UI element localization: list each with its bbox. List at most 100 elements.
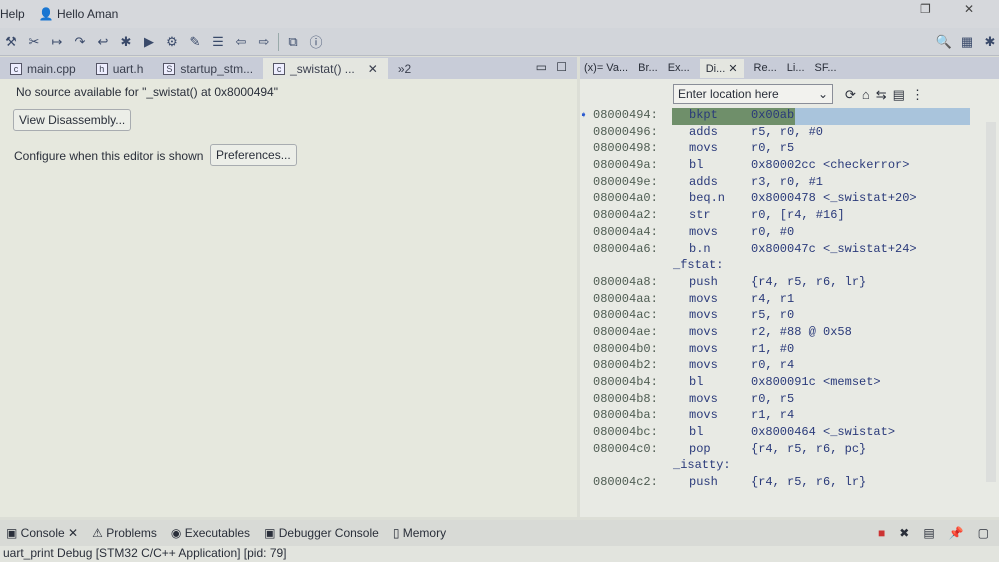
instruction-row[interactable]: 080004ac: movs r5, r0	[580, 308, 999, 325]
separator	[278, 32, 279, 51]
tab-startup[interactable]: Sstartup_stm...	[153, 58, 263, 79]
open-type-icon[interactable]: ☰	[209, 33, 227, 51]
clear-console-icon[interactable]: ▤	[923, 526, 934, 540]
terminate-icon[interactable]: ■	[878, 526, 885, 540]
search-tool-icon[interactable]: ✎	[186, 33, 204, 51]
step-into-icon[interactable]: ↦	[48, 33, 66, 51]
instruction-row[interactable]: 080004aa: movs r4, r1	[580, 292, 999, 309]
tab-live-expressions[interactable]: Li...	[787, 62, 805, 74]
instruction-row[interactable]: 080004b2: movs r0, r4	[580, 358, 999, 375]
c-file-icon: c	[10, 62, 22, 75]
instruction-row[interactable]: 080004a4: movs r0, #0	[580, 225, 999, 242]
refresh-icon[interactable]: ⟳	[845, 87, 856, 103]
mnemonic: movs	[689, 291, 718, 306]
build-icon[interactable]: ⚒	[2, 33, 20, 51]
link-icon[interactable]: ⇆	[876, 87, 887, 103]
tab-memory[interactable]: ▯ Memory	[393, 526, 446, 540]
close-tab-icon[interactable]: ✕	[368, 62, 378, 76]
instruction-row[interactable]: 080004bc: bl 0x8000464 <_swistat>	[580, 425, 999, 442]
operands: 0x00ab	[751, 108, 795, 122]
remove-launch-icon[interactable]: ✖	[899, 526, 909, 540]
debug-perspective-icon[interactable]: ✱	[981, 33, 999, 51]
mnemonic: bkpt	[689, 108, 718, 122]
open-console-icon[interactable]: ⧉	[284, 33, 302, 51]
display-console-icon[interactable]: ▢	[978, 526, 989, 540]
back-icon[interactable]: ⇦	[232, 33, 250, 51]
vertical-scrollbar[interactable]	[986, 122, 996, 482]
instruction-row[interactable]: 08000496: adds r5, r0, #0	[580, 125, 999, 142]
location-input[interactable]: Enter location here ⌄	[673, 84, 833, 104]
tab-breakpoints[interactable]: Br...	[638, 62, 658, 74]
address: 080004a8:	[593, 274, 658, 289]
restore-icon[interactable]: ❐	[920, 2, 931, 16]
home-icon[interactable]: ⌂	[862, 87, 870, 103]
instruction-row[interactable]: 080004ae: movs r2, #88 @ 0x58	[580, 325, 999, 342]
debug-icon[interactable]: ✱	[117, 33, 135, 51]
operands: r0, r4	[751, 358, 795, 373]
tab-console[interactable]: ▣ Console ✕	[6, 526, 78, 540]
mnemonic: adds	[689, 174, 718, 189]
user-greeting[interactable]: 👤 Hello Aman	[39, 7, 119, 21]
close-tab-icon[interactable]: ✕	[728, 63, 737, 75]
pin-console-icon[interactable]: 📌	[949, 526, 964, 540]
view-menu-icon[interactable]: ⋮	[911, 87, 924, 103]
address: 080004c2:	[593, 475, 658, 490]
tab-registers[interactable]: Re...	[754, 62, 777, 74]
function-label-row[interactable]: _fstat:	[580, 258, 999, 275]
instruction-row[interactable]: 080004a6: b.n 0x800047c <_swistat+24>	[580, 242, 999, 259]
tab-executables[interactable]: ◉ Executables	[171, 526, 250, 540]
view-disassembly-button[interactable]: View Disassembly...	[13, 109, 132, 131]
instruction-row[interactable]: 080004b0: movs r1, #0	[580, 342, 999, 359]
mnemonic: b.n	[689, 241, 711, 256]
menu-help[interactable]: Help	[0, 7, 25, 21]
preferences-button[interactable]: Preferences...	[210, 144, 297, 166]
instruction-row[interactable]: 0800049e: adds r3, r0, #1	[580, 175, 999, 192]
tab-disassembly[interactable]: Di... ✕	[699, 58, 744, 78]
instruction-row[interactable]: 080004c0: pop {r4, r5, r6, pc}	[580, 442, 999, 459]
maximize-icon[interactable]: ☐	[556, 60, 567, 74]
instruction-row[interactable]: 080004a0: beq.n 0x8000478 <_swistat+20>	[580, 191, 999, 208]
forward-icon[interactable]: ⇨	[255, 33, 273, 51]
instruction-row[interactable]: ➧ 08000494: bkpt 0x00ab	[580, 108, 999, 125]
instruction-row[interactable]: 080004c2: push {r4, r5, r6, lr}	[580, 475, 999, 492]
mnemonic: push	[689, 274, 718, 289]
step-return-icon[interactable]: ↩	[94, 33, 112, 51]
step-over-icon[interactable]: ↷	[71, 33, 89, 51]
disassembly-list: ➧ 08000494: bkpt 0x00ab 08000496: adds r5, r0,…	[580, 108, 999, 492]
chevron-down-icon[interactable]: ⌄	[818, 87, 828, 101]
tab-expressions[interactable]: Ex...	[668, 62, 690, 74]
info-icon[interactable]: ⓘ	[307, 33, 325, 51]
tab-problems[interactable]: ⚠ Problems	[92, 526, 157, 540]
tab-sfrs[interactable]: SF...	[815, 62, 837, 74]
instruction-row[interactable]: 080004ba: movs r1, r4	[580, 408, 999, 425]
search-icon[interactable]: 🔍	[935, 33, 953, 51]
show-source-icon[interactable]: ▤	[893, 87, 905, 103]
tab-variables[interactable]: (x)= Va...	[584, 62, 628, 74]
operands: {r4, r5, r6, pc}	[751, 441, 867, 456]
operands: r3, r0, #1	[751, 174, 824, 189]
mnemonic: movs	[689, 391, 718, 406]
operands: r0, [r4, #16]	[751, 208, 845, 223]
instruction-row[interactable]: 080004a8: push {r4, r5, r6, lr}	[580, 275, 999, 292]
instruction-row[interactable]: 080004b8: movs r0, r5	[580, 392, 999, 409]
operands: r2, #88 @ 0x58	[751, 324, 852, 339]
instruction-row[interactable]: 0800049a: bl 0x80002cc <checkerror>	[580, 158, 999, 175]
address: 080004ae:	[593, 324, 658, 339]
tab-debugger-console[interactable]: ▣ Debugger Console	[264, 526, 379, 540]
tab-main-cpp[interactable]: c main.cpp	[0, 58, 86, 79]
tab-uart-h[interactable]: h uart.h	[86, 58, 154, 79]
close-window-icon[interactable]: ✕	[964, 2, 974, 16]
run-icon[interactable]: ▶	[140, 33, 158, 51]
mnemonic: push	[689, 475, 718, 490]
mnemonic: adds	[689, 124, 718, 139]
perspective-icon[interactable]: ▦	[958, 33, 976, 51]
function-label-row[interactable]: _isatty:	[580, 458, 999, 475]
tab-overflow[interactable]: »2	[388, 58, 421, 79]
external-tools-icon[interactable]: ⚙	[163, 33, 181, 51]
minimize-icon[interactable]: ▭	[536, 60, 547, 74]
instruction-row[interactable]: 080004a2: str r0, [r4, #16]	[580, 208, 999, 225]
instruction-row[interactable]: 08000498: movs r0, r5	[580, 141, 999, 158]
tab-swistat[interactable]: c _swistat() ... ✕	[263, 58, 388, 79]
instruction-row[interactable]: 080004b4: bl 0x800091c <memset>	[580, 375, 999, 392]
clean-icon[interactable]: ✂	[25, 33, 43, 51]
